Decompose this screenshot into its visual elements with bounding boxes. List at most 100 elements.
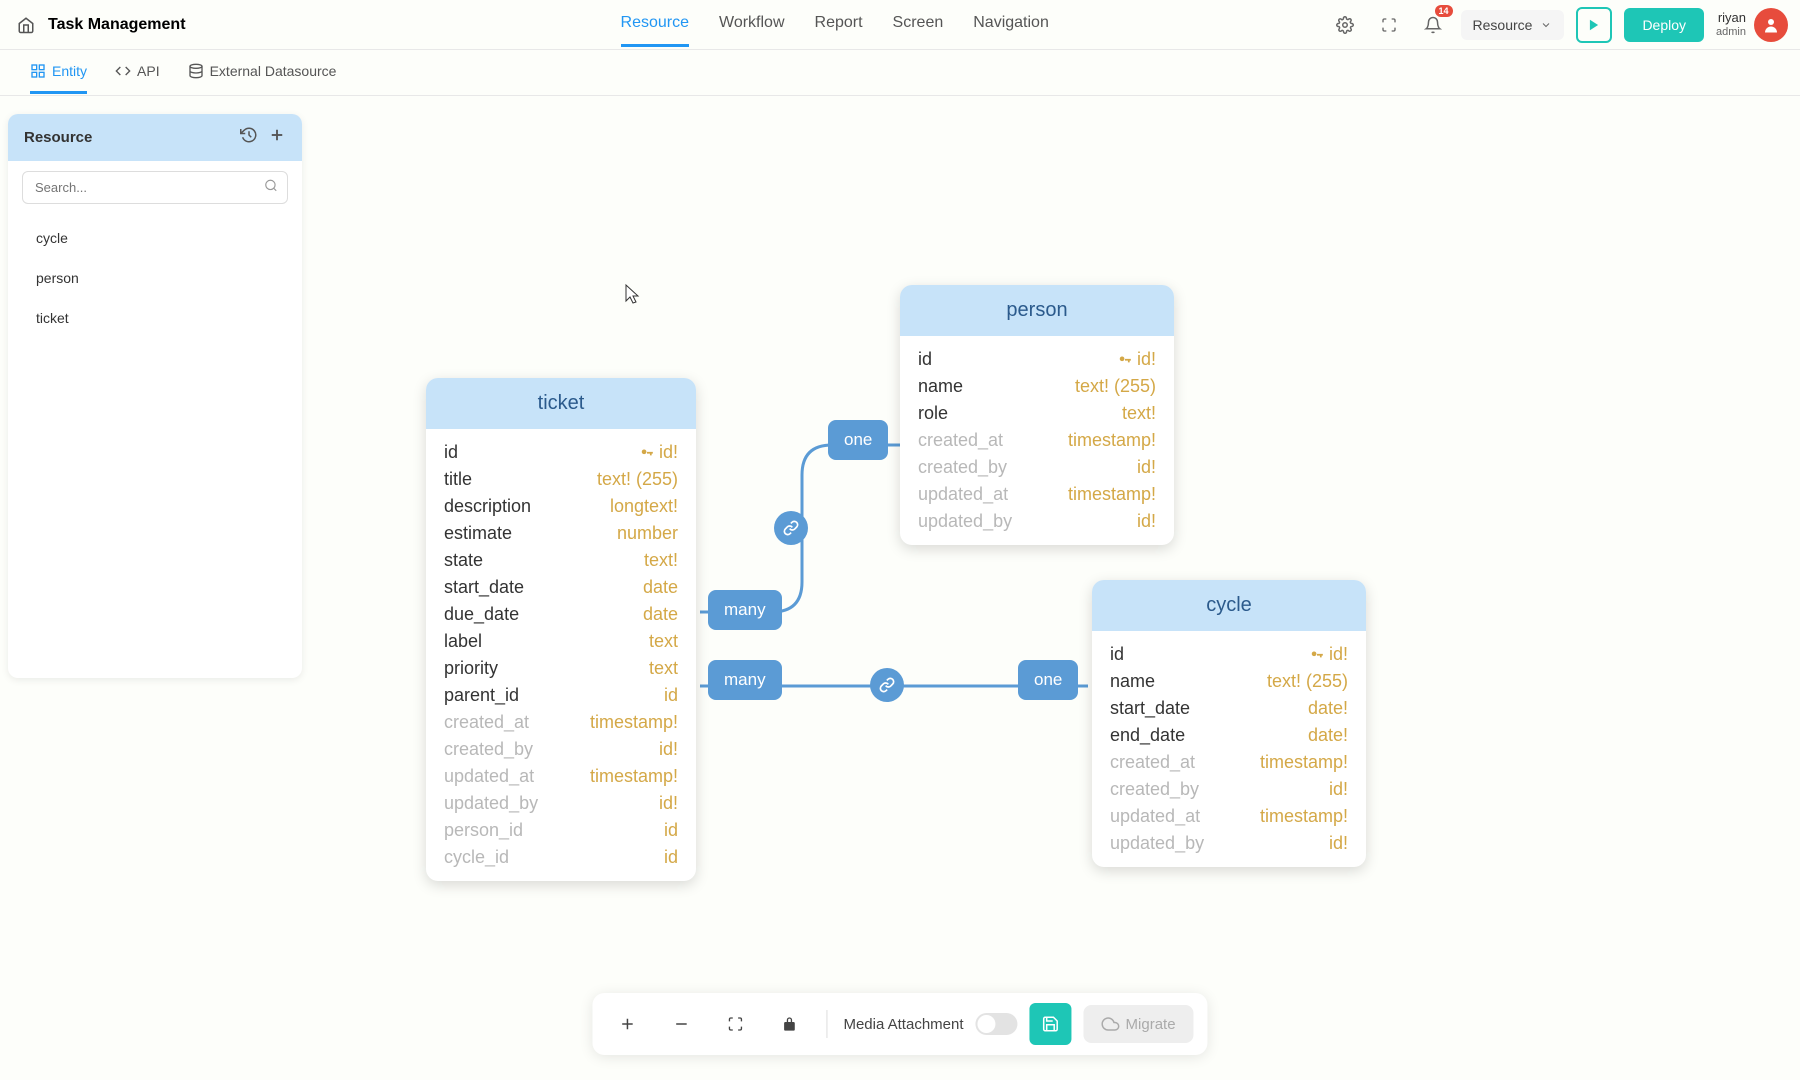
settings-button[interactable] [1329, 9, 1361, 41]
home-icon [17, 16, 35, 34]
subnav-api[interactable]: API [115, 51, 160, 94]
notifications-button[interactable]: 14 [1417, 9, 1449, 41]
sidebar-title: Resource [24, 129, 92, 146]
field-type: id! [1329, 833, 1348, 854]
field-row: created_by id! [1110, 776, 1348, 803]
field-type: text! (255) [1075, 376, 1156, 397]
field-name: updated_by [444, 793, 538, 814]
fullscreen-button[interactable] [1373, 9, 1405, 41]
field-name: description [444, 496, 531, 517]
field-type: number [617, 523, 678, 544]
home-button[interactable] [12, 11, 40, 39]
cursor-icon [624, 283, 644, 307]
nav-workflow[interactable]: Workflow [719, 2, 785, 47]
sidebar-item-person[interactable]: person [8, 258, 302, 298]
field-type: id [664, 820, 678, 841]
subnav: Entity API External Datasource [0, 50, 1800, 96]
save-icon [1042, 1015, 1060, 1033]
resource-dropdown[interactable]: Resource [1461, 10, 1565, 40]
plus-icon [618, 1015, 636, 1033]
nav-resource[interactable]: Resource [621, 2, 689, 47]
field-row: updated_by id! [444, 790, 678, 817]
field-row: estimatenumber [444, 520, 678, 547]
save-button[interactable] [1030, 1003, 1072, 1045]
field-type: date! [1308, 725, 1348, 746]
field-type: text [649, 658, 678, 679]
entity-ticket[interactable]: ticket idid!titletext! (255)descriptionl… [426, 378, 696, 881]
relation-many-1[interactable]: many [708, 590, 782, 630]
field-row: prioritytext [444, 655, 678, 682]
field-row: updated_byid! [918, 508, 1156, 535]
link-icon [783, 520, 799, 536]
divider [826, 1010, 827, 1038]
zoom-out-button[interactable] [660, 1003, 702, 1045]
field-type: text! [1122, 403, 1156, 424]
cloud-icon [1102, 1015, 1120, 1033]
relation-link-1[interactable] [774, 511, 808, 545]
field-name: start_date [444, 577, 524, 598]
entity-cycle[interactable]: cycle idid!nametext! (255)start_datedate… [1092, 580, 1366, 867]
plus-icon [268, 126, 286, 144]
field-name: updated_at [1110, 806, 1200, 827]
sidebar-item-ticket[interactable]: ticket [8, 298, 302, 338]
field-type: id! [659, 793, 678, 814]
relation-link-2[interactable] [870, 668, 904, 702]
entity-person[interactable]: person idid!nametext! (255)roletext!crea… [900, 285, 1174, 545]
field-row: created_attimestamp! [918, 427, 1156, 454]
play-button[interactable] [1576, 7, 1612, 43]
field-type: text! [644, 550, 678, 571]
field-name: person_id [444, 820, 523, 841]
user-text: riyan admin [1716, 10, 1746, 39]
search-input[interactable] [22, 171, 288, 204]
nav-navigation[interactable]: Navigation [973, 2, 1049, 47]
resource-dd-label: Resource [1473, 17, 1533, 33]
subnav-external-label: External Datasource [210, 63, 337, 79]
media-toggle[interactable] [976, 1013, 1018, 1035]
subnav-entity-label: Entity [52, 63, 87, 79]
field-row: end_date date! [1110, 722, 1348, 749]
field-type: id! [1329, 779, 1348, 800]
entity-person-title: person [900, 285, 1174, 336]
field-name: due_date [444, 604, 519, 625]
relation-one-2[interactable]: one [1018, 660, 1078, 700]
search-icon [264, 178, 278, 197]
field-row: person_id id [444, 817, 678, 844]
field-type: timestamp! [1068, 430, 1156, 451]
field-row: statetext! [444, 547, 678, 574]
subnav-external[interactable]: External Datasource [188, 51, 337, 94]
entity-icon [30, 63, 46, 79]
subnav-api-label: API [137, 63, 160, 79]
entity-person-fields: idid!nametext! (255)roletext!created_att… [900, 336, 1174, 545]
history-button[interactable] [240, 126, 258, 149]
topbar: Task Management Resource Workflow Report… [0, 0, 1800, 50]
zoom-in-button[interactable] [606, 1003, 648, 1045]
user-block[interactable]: riyan admin [1716, 8, 1788, 42]
subnav-entity[interactable]: Entity [30, 51, 87, 94]
user-name: riyan [1716, 10, 1746, 26]
field-row: updated_attimestamp! [918, 481, 1156, 508]
relation-one-1[interactable]: one [828, 420, 888, 460]
sidebar-item-cycle[interactable]: cycle [8, 218, 302, 258]
bell-icon [1424, 16, 1442, 34]
lock-icon [781, 1016, 797, 1032]
field-row: created_byid! [918, 454, 1156, 481]
expand-icon [1381, 17, 1397, 33]
search-wrap [8, 161, 302, 214]
field-row: labeltext [444, 628, 678, 655]
add-button[interactable] [268, 126, 286, 149]
fit-button[interactable] [714, 1003, 756, 1045]
field-name: end_date [1110, 725, 1185, 746]
field-row: nametext! (255) [1110, 668, 1348, 695]
lock-button[interactable] [768, 1003, 810, 1045]
field-name: created_by [1110, 779, 1199, 800]
deploy-button[interactable]: Deploy [1624, 8, 1704, 42]
nav-screen[interactable]: Screen [893, 2, 944, 47]
relation-many-2[interactable]: many [708, 660, 782, 700]
field-type: text! (255) [597, 469, 678, 490]
user-icon [1762, 16, 1780, 34]
field-type: text [649, 631, 678, 652]
field-type: timestamp! [1260, 806, 1348, 827]
field-row: created_attimestamp! [444, 709, 678, 736]
migrate-button[interactable]: Migrate [1084, 1005, 1194, 1043]
nav-report[interactable]: Report [815, 2, 863, 47]
